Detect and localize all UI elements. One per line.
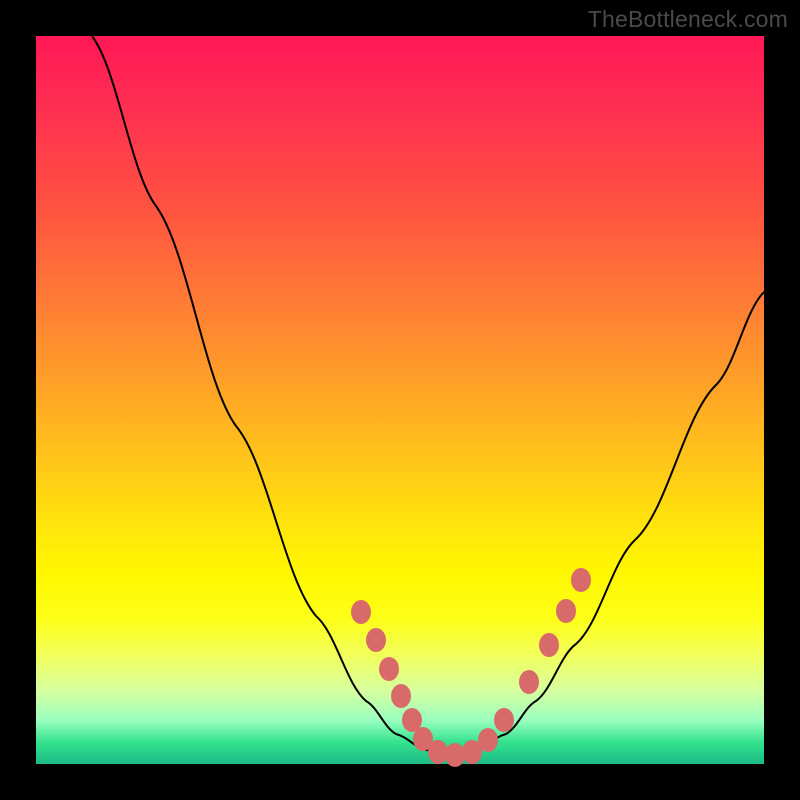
curve-bead: [391, 684, 411, 708]
curve-bead: [571, 568, 591, 592]
curve-bead: [379, 657, 399, 681]
curve-bead: [519, 670, 539, 694]
curve-bead: [539, 633, 559, 657]
curve-bead: [556, 599, 576, 623]
curve-markers: [351, 568, 591, 767]
curve-bead: [366, 628, 386, 652]
curve-bead: [494, 708, 514, 732]
curve-svg: [36, 36, 764, 764]
curve-bead: [445, 743, 465, 767]
watermark-text: TheBottleneck.com: [588, 6, 788, 33]
chart-frame: TheBottleneck.com: [0, 0, 800, 800]
curve-bead: [428, 740, 448, 764]
plot-area: [36, 36, 764, 764]
bottleneck-curve: [92, 36, 764, 756]
curve-bead: [351, 600, 371, 624]
curve-bead: [478, 728, 498, 752]
